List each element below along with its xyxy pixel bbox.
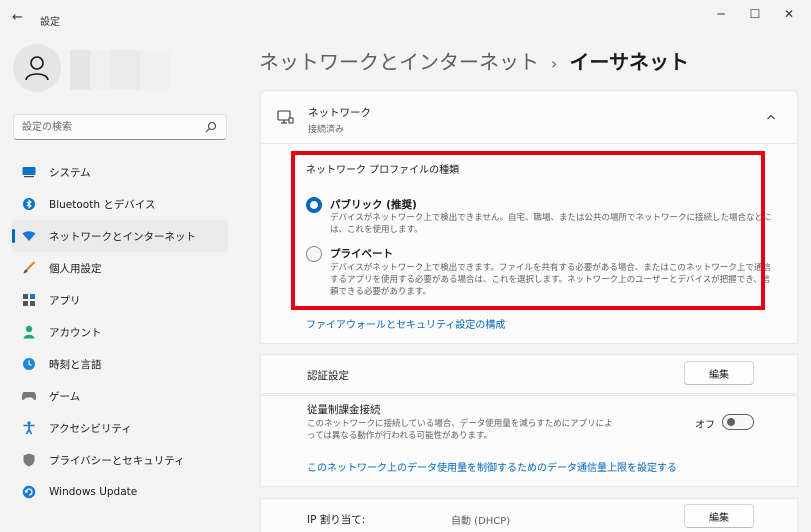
sidebar-item-label: プライバシーとセキュリティ — [49, 454, 185, 467]
close-button[interactable]: ✕ — [772, 4, 806, 24]
sidebar-item-privacy-security[interactable]: プライバシーとセキュリティ — [12, 444, 228, 476]
network-title: ネットワーク — [308, 107, 371, 119]
red-highlight-box — [291, 151, 765, 310]
sidebar-item-label: ゲーム — [49, 390, 81, 403]
user-name-blurred — [70, 50, 240, 90]
apps-icon — [21, 292, 37, 308]
network-card-header[interactable]: ネットワーク 接続済み — [260, 90, 798, 144]
ip-edit-button[interactable]: 編集 — [684, 504, 754, 528]
gamepad-icon — [21, 388, 37, 404]
minimize-button[interactable]: ─ — [704, 4, 738, 24]
sidebar-item-network[interactable]: ネットワークとインターネット — [12, 220, 228, 252]
firewall-settings-link[interactable]: ファイアウォールとセキュリティ設定の構成 — [306, 316, 505, 331]
sidebar-item-system[interactable]: システム — [12, 156, 228, 188]
shield-icon — [21, 452, 37, 468]
ip-assignment-value: 自動 (DHCP) — [451, 516, 511, 527]
sidebar-item-label: アカウント — [49, 326, 102, 339]
sidebar-item-accessibility[interactable]: アクセシビリティ — [12, 412, 228, 444]
sidebar-item-time-language[interactable]: 時刻と言語 — [12, 348, 228, 380]
sidebar-item-label: システム — [49, 166, 91, 179]
metered-toggle-state: オフ — [695, 420, 715, 431]
page-title: イーサネット — [569, 50, 690, 74]
sidebar-item-label: アクセシビリティ — [49, 422, 132, 435]
avatar[interactable] — [13, 44, 61, 92]
sidebar-item-label: Windows Update — [49, 486, 138, 498]
update-icon — [21, 484, 37, 500]
globe-clock-icon — [21, 356, 37, 372]
metered-toggle[interactable] — [722, 414, 754, 430]
sidebar-item-label: Bluetooth とデバイス — [49, 198, 156, 211]
breadcrumb-separator: › — [551, 54, 558, 73]
accessibility-icon — [21, 420, 37, 436]
ip-assignment-label: IP 割り当て: — [307, 514, 366, 526]
sidebar-item-personalization[interactable]: 個人用設定 — [12, 252, 228, 284]
brush-icon — [21, 260, 37, 276]
wifi-icon — [21, 228, 37, 244]
search-box[interactable] — [13, 114, 227, 140]
breadcrumb: ネットワークとインターネット › イーサネット — [259, 46, 689, 75]
sidebar-nav: システム Bluetooth とデバイス ネットワークとインターネット 個人用設… — [12, 156, 228, 508]
sidebar-item-label: ネットワークとインターネット — [49, 230, 196, 243]
data-limit-link[interactable]: このネットワーク上のデータ使用量を制御するためのデータ通信量上限を設定する — [307, 459, 677, 474]
auth-edit-button[interactable]: 編集 — [684, 361, 754, 385]
monitor-icon — [21, 164, 37, 180]
sidebar-item-label: 時刻と言語 — [49, 358, 102, 371]
breadcrumb-parent[interactable]: ネットワークとインターネット — [259, 50, 539, 74]
sidebar-item-gaming[interactable]: ゲーム — [12, 380, 228, 412]
metered-connection-label: 従量制課金接続 — [307, 404, 381, 416]
sidebar-item-apps[interactable]: アプリ — [12, 284, 228, 316]
search-input[interactable] — [14, 115, 194, 139]
person-icon — [21, 324, 37, 340]
sidebar-item-accounts[interactable]: アカウント — [12, 316, 228, 348]
auth-settings-label: 認証設定 — [307, 370, 349, 382]
sidebar-item-label: アプリ — [49, 294, 81, 307]
sidebar-item-label: 個人用設定 — [49, 262, 102, 275]
search-icon[interactable] — [205, 121, 217, 133]
bluetooth-icon — [21, 196, 37, 212]
network-status: 接続済み — [308, 125, 345, 135]
maximize-button[interactable]: ☐ — [738, 4, 772, 24]
chevron-up-icon[interactable] — [765, 111, 777, 123]
person-icon — [25, 56, 49, 81]
app-title: 設定 — [40, 17, 60, 28]
metered-connection-description: このネットワークに接続している場合、データ使用量を減らすためにアプリによっては異… — [307, 419, 613, 441]
title-bar: ← 設定 ─ ☐ ✕ — [0, 0, 811, 36]
ethernet-icon — [277, 110, 294, 124]
back-arrow-icon[interactable]: ← — [12, 10, 28, 26]
toggle-knob — [727, 418, 735, 426]
sidebar-item-bluetooth[interactable]: Bluetooth とデバイス — [12, 188, 228, 220]
sidebar-item-windows-update[interactable]: Windows Update — [12, 476, 228, 508]
